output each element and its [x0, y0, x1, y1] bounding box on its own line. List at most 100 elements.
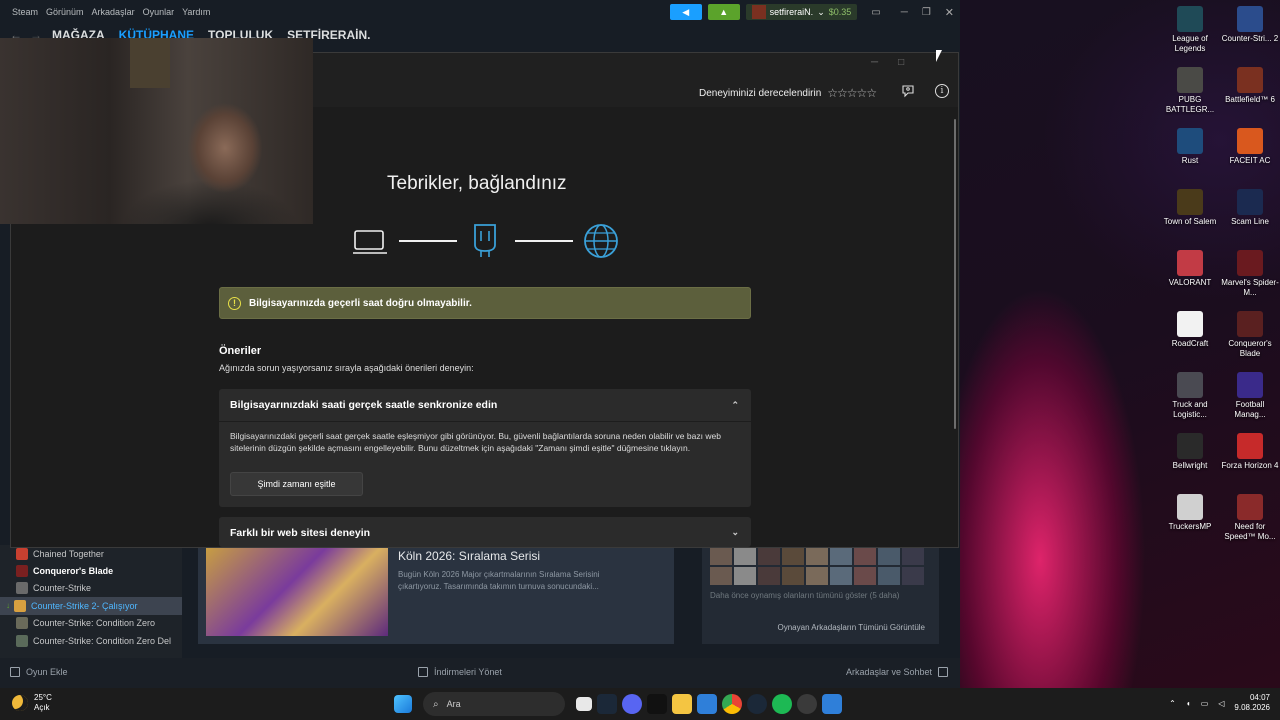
- volume-icon[interactable]: ◁: [1218, 699, 1224, 708]
- game-list-item[interactable]: Conqueror's Blade: [0, 562, 182, 579]
- view-all-friends-link[interactable]: Oynayan Arkadaşların Tümünü Görüntüle: [778, 623, 926, 632]
- desktop-shortcut[interactable]: TruckersMP: [1160, 492, 1220, 553]
- discord-icon[interactable]: [622, 694, 642, 714]
- microphone-icon[interactable]: ◖: [1186, 699, 1191, 708]
- app-icon: [1237, 189, 1263, 215]
- show-previous-players-link[interactable]: Daha önce oynamış olanların tümünü göste…: [710, 591, 899, 600]
- desktop-shortcut[interactable]: VALORANT: [1160, 248, 1220, 309]
- sync-time-button[interactable]: Şimdi zamanı eşitle: [230, 472, 363, 496]
- desktop-shortcut-label: Rust: [1181, 156, 1199, 165]
- manage-downloads-button[interactable]: İndirmeleri Yönet: [418, 667, 502, 677]
- menu-friends[interactable]: Arkadaşlar: [92, 7, 135, 17]
- friends-chat-button[interactable]: Arkadaşlar ve Sohbet: [846, 667, 948, 677]
- obs-icon[interactable]: [797, 694, 817, 714]
- suggestion-header[interactable]: Farklı bir web sitesi deneyin ⌄: [219, 517, 751, 549]
- menu-steam[interactable]: Steam: [12, 7, 38, 17]
- app-icon: [1177, 311, 1203, 337]
- menu-help[interactable]: Yardım: [182, 7, 210, 17]
- info-icon[interactable]: i: [935, 84, 949, 98]
- friend-avatar[interactable]: [710, 547, 732, 565]
- megaphone-icon: ◀: [682, 6, 690, 17]
- desktop-shortcut[interactable]: Football Manag...: [1220, 370, 1280, 431]
- menu-games[interactable]: Oyunlar: [143, 7, 175, 17]
- desktop-shortcut[interactable]: Forza Horizon 4: [1220, 431, 1280, 492]
- friend-avatar[interactable]: [902, 547, 924, 565]
- minimize-icon[interactable]: ─: [871, 57, 878, 68]
- scrollbar[interactable]: [954, 119, 956, 429]
- steam-taskbar-icon[interactable]: [597, 694, 617, 714]
- suggestion-sync-clock: Bilgisayarınızdaki saati gerçek saatle s…: [219, 389, 751, 507]
- desktop-shortcut[interactable]: Bellwright: [1160, 431, 1220, 492]
- big-picture-icon[interactable]: ▭: [871, 7, 880, 18]
- desktop-shortcut[interactable]: Need for Speed™ Mo...: [1220, 492, 1280, 553]
- maximize-icon[interactable]: ❐: [922, 7, 931, 18]
- desktop-shortcut[interactable]: Rust: [1160, 126, 1220, 187]
- friend-avatar[interactable]: [878, 547, 900, 565]
- friend-avatar[interactable]: [806, 547, 828, 565]
- file-explorer-icon[interactable]: [672, 694, 692, 714]
- mail-icon[interactable]: [697, 694, 717, 714]
- chevron-up-icon[interactable]: ⌃: [1169, 699, 1176, 708]
- search-box[interactable]: ⌕ Ara: [423, 692, 565, 716]
- desktop-shortcut[interactable]: Counter-Stri... 2: [1220, 4, 1280, 65]
- announce-button[interactable]: ◀: [669, 4, 702, 20]
- help-app-icon[interactable]: [822, 694, 842, 714]
- friend-avatar[interactable]: [806, 567, 828, 585]
- suggestion-header[interactable]: Bilgisayarınızdaki saati gerçek saatle s…: [219, 389, 751, 421]
- desktop-shortcut[interactable]: RoadCraft: [1160, 309, 1220, 370]
- friend-avatar[interactable]: [830, 567, 852, 585]
- game-list-item[interactable]: Counter-Strike: [0, 580, 182, 597]
- friend-avatar[interactable]: [734, 567, 756, 585]
- spotify-icon[interactable]: [772, 694, 792, 714]
- notifications-button[interactable]: ▲: [707, 4, 740, 20]
- clock[interactable]: 04:07 9.08.2026: [1234, 693, 1270, 713]
- desktop-shortcut[interactable]: Marvel's Spider-M...: [1220, 248, 1280, 309]
- feedback-icon[interactable]: [901, 84, 915, 98]
- game-list-item[interactable]: Counter-Strike: Condition Zero: [0, 615, 182, 632]
- desktop-icons: League of Legends Counter-Stri... 2 PUBG B…: [1160, 4, 1280, 553]
- task-view-icon[interactable]: [576, 697, 592, 711]
- network-icon[interactable]: ▭: [1201, 699, 1209, 708]
- desktop-shortcut[interactable]: Town of Salem: [1160, 187, 1220, 248]
- warning-text: Bilgisayarınızda geçerli saat doğru olma…: [249, 297, 472, 309]
- friend-avatar[interactable]: [758, 547, 780, 565]
- tiktok-icon[interactable]: [647, 694, 667, 714]
- minimize-icon[interactable]: ─: [901, 7, 908, 18]
- desktop-shortcut[interactable]: PUBG BATTLEGR...: [1160, 65, 1220, 126]
- game-list-item[interactable]: Counter-Strike: Condition Zero Del: [0, 632, 182, 649]
- desktop-shortcut[interactable]: Truck and Logistic...: [1160, 370, 1220, 431]
- account-menu[interactable]: setfireraiN. ⌄ $0.35: [745, 4, 858, 20]
- desktop-shortcut[interactable]: Scam Line: [1220, 187, 1280, 248]
- desktop-shortcut[interactable]: Battlefield™ 6: [1220, 65, 1280, 126]
- desktop-shortcut[interactable]: Conqueror's Blade: [1220, 309, 1280, 370]
- friend-avatar[interactable]: [854, 547, 876, 565]
- weather-widget[interactable]: 25°C Açık: [12, 693, 52, 713]
- friend-avatar[interactable]: [830, 547, 852, 565]
- close-icon[interactable]: ✕: [945, 6, 954, 19]
- friend-avatar[interactable]: [710, 567, 732, 585]
- desktop-shortcut[interactable]: League of Legends: [1160, 4, 1220, 65]
- friend-avatar[interactable]: [782, 567, 804, 585]
- friend-avatar[interactable]: [854, 567, 876, 585]
- desktop-shortcut-label: Scam Line: [1231, 217, 1269, 226]
- app-icon: [1237, 433, 1263, 459]
- game-list-item-selected[interactable]: ↓ Counter-Strike 2 - Çalışıyor: [0, 597, 182, 615]
- search-icon: ⌕: [433, 698, 439, 710]
- chrome-icon[interactable]: [722, 694, 742, 714]
- add-game-button[interactable]: Oyun Ekle: [10, 667, 68, 677]
- game-name: Chained Together: [33, 548, 104, 559]
- rating-stars[interactable]: ☆☆☆☆☆: [827, 86, 877, 100]
- windows-start-icon[interactable]: [394, 695, 412, 713]
- friend-avatar[interactable]: [758, 567, 780, 585]
- news-card[interactable]: Köln 2026: Sıralama Serisi Bugün Köln 20…: [198, 545, 674, 644]
- friend-avatar[interactable]: [878, 567, 900, 585]
- friend-avatar[interactable]: [734, 547, 756, 565]
- app-icon: [1177, 494, 1203, 520]
- news-description: Bugün Köln 2026 Major çıkartmalarının Sı…: [398, 570, 600, 591]
- friend-avatar[interactable]: [782, 547, 804, 565]
- friend-avatar[interactable]: [902, 567, 924, 585]
- maximize-icon[interactable]: □: [898, 57, 904, 68]
- steam-icon[interactable]: [747, 694, 767, 714]
- menu-view[interactable]: Görünüm: [46, 7, 84, 17]
- desktop-shortcut[interactable]: FACEIT AC: [1220, 126, 1280, 187]
